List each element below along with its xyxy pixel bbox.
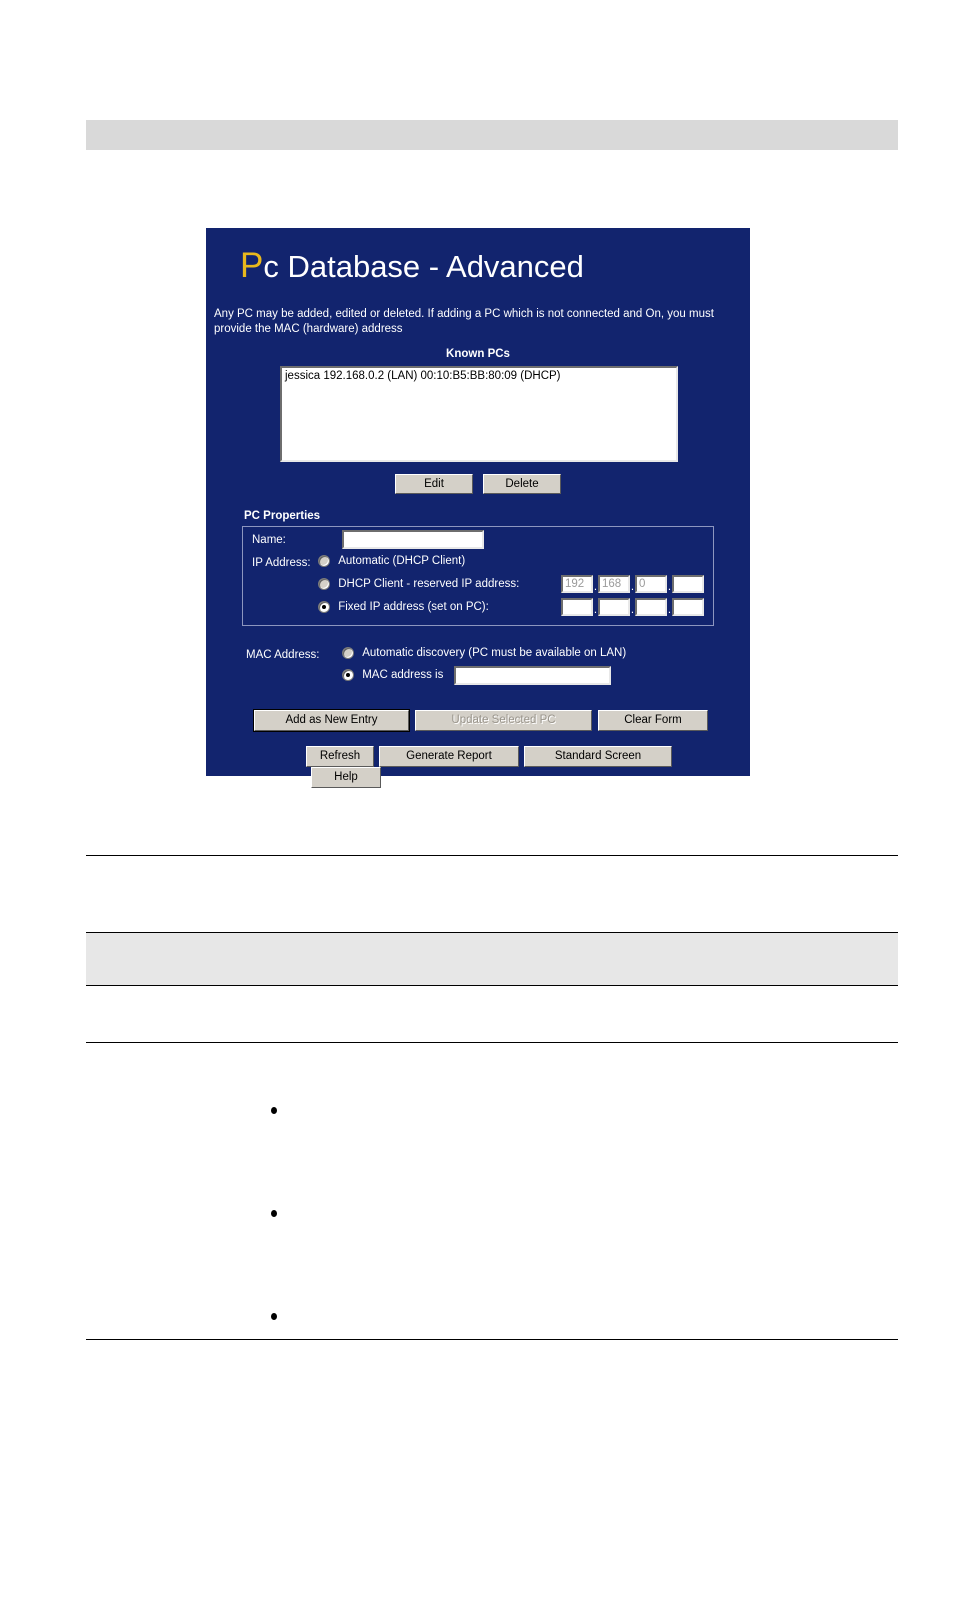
ip-option-fixed-label: Fixed IP address (set on PC): [338,601,489,614]
delete-button[interactable]: Delete [483,474,561,494]
fixed-octet-1[interactable] [561,598,593,616]
refresh-button[interactable]: Refresh [306,746,374,767]
known-pcs-listbox[interactable]: jessica 192.168.0.2 (LAN) 00:10:B5:BB:80… [280,366,678,462]
page-title-dropcap: P [240,246,264,285]
mac-address-input[interactable] [454,666,611,685]
ip-option-automatic-row[interactable]: Automatic (DHCP Client) [318,555,465,567]
ip-option-automatic-label: Automatic (DHCP Client) [338,555,466,568]
fixed-ip-octets: ... [561,597,704,616]
page-title: Pc Database - Advanced [240,246,584,286]
fixed-octet-3[interactable] [635,598,667,616]
table-cell-left [86,932,259,986]
table-cell-right [259,1043,898,1340]
pc-database-screen: Pc Database - Advanced Any PC may be add… [206,228,750,788]
list-item [271,1204,898,1222]
bullet-list [259,1101,898,1325]
dhcp-octet-4[interactable] [672,575,704,593]
table-cell-right [259,932,898,986]
dhcp-octet-3[interactable] [635,575,667,593]
name-input[interactable] [342,530,484,549]
radio-mac-auto-discovery[interactable] [342,647,354,659]
ip-option-dhcp-reserved-row[interactable]: DHCP Client - reserved IP address: [318,578,519,590]
table-cell-left [86,1043,259,1340]
mac-option-auto-row[interactable]: Automatic discovery (PC must be availabl… [342,647,626,659]
generate-report-button[interactable]: Generate Report [379,746,519,767]
table-row [86,855,898,933]
table-row-shaded [86,932,898,986]
fixed-octet-4[interactable] [672,598,704,616]
ip-option-dhcp-reserved-label: DHCP Client - reserved IP address: [338,578,520,591]
known-pcs-label: Known PCs [446,348,510,360]
radio-automatic-dhcp[interactable] [318,555,330,567]
name-label: Name: [252,534,286,546]
radio-mac-manual[interactable] [342,669,354,681]
mac-option-manual-label: MAC address is [362,669,444,682]
document-header-band [86,120,898,150]
radio-fixed-ip[interactable] [318,601,330,613]
table-row-bullets [86,1043,898,1340]
table-cell-right [259,986,898,1043]
mac-option-auto-label: Automatic discovery (PC must be availabl… [362,647,627,660]
ip-address-label: IP Address: [252,557,311,569]
ip-option-fixed-row[interactable]: Fixed IP address (set on PC): [318,601,489,613]
radio-dhcp-reserved[interactable] [318,578,330,590]
secondary-action-row: Refresh Generate Report Standard Screen Hel… [306,746,714,788]
table-cell-left [86,986,259,1043]
table-cell-right [259,856,898,933]
mac-address-label: MAC Address: [246,649,320,661]
list-item [271,1307,898,1325]
add-as-new-entry-button[interactable]: Add as New Entry [253,709,410,732]
update-selected-pc-button: Update Selected PC [415,710,592,731]
edit-button[interactable]: Edit [395,474,473,494]
list-action-row: Edit Delete [206,474,750,494]
standard-screen-button[interactable]: Standard Screen [524,746,672,767]
primary-action-row: Add as New Entry Update Selected PC Clear … [253,709,710,732]
list-item [271,1101,898,1119]
dhcp-octet-2[interactable] [598,575,630,593]
intro-text: Any PC may be added, edited or deleted. … [214,308,714,335]
dhcp-reserved-octets: ... [561,574,704,593]
fixed-octet-2[interactable] [598,598,630,616]
table-cell-left [86,856,259,933]
page-title-rest: c Database - Advanced [263,249,584,284]
reference-table [86,855,898,1340]
table-row [86,986,898,1043]
help-button[interactable]: Help [311,767,381,788]
clear-form-button[interactable]: Clear Form [598,710,708,731]
list-item[interactable]: jessica 192.168.0.2 (LAN) 00:10:B5:BB:80… [282,368,676,382]
mac-option-manual-row[interactable]: MAC address is [342,669,443,681]
dhcp-octet-1[interactable] [561,575,593,593]
pc-properties-legend: PC Properties [244,510,321,522]
